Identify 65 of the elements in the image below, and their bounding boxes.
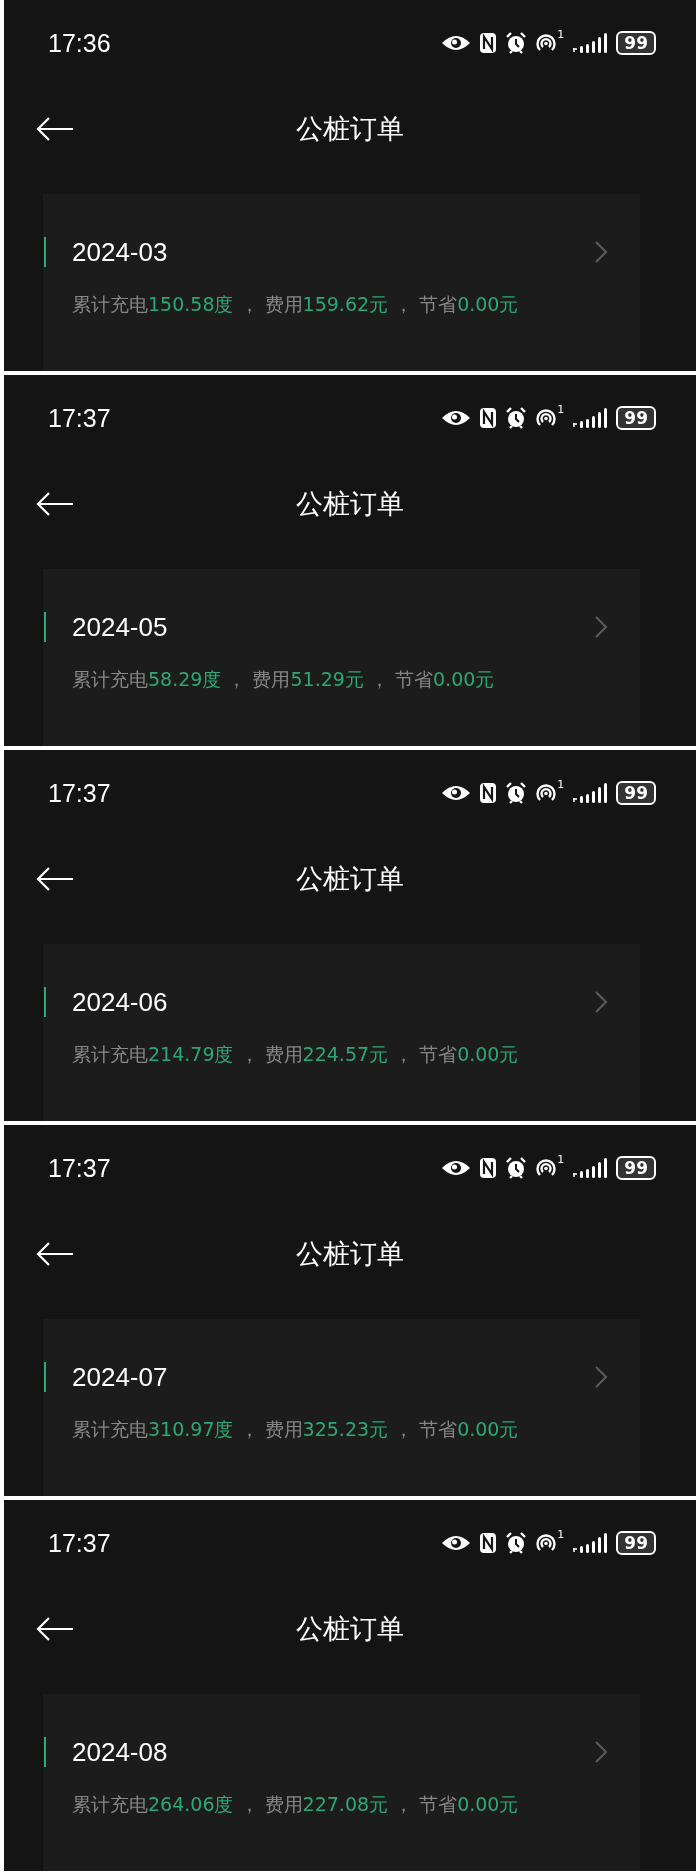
order-card[interactable]: 2024-03 累计充电150.58度 ， 费用159.62元 ， 节省0.00元 bbox=[43, 194, 640, 371]
back-arrow-icon[interactable] bbox=[36, 1242, 74, 1266]
hotspot-count: 1 bbox=[557, 1528, 565, 1541]
alarm-icon bbox=[505, 407, 528, 429]
nfc-icon bbox=[479, 1532, 498, 1554]
eye-icon bbox=[441, 1533, 472, 1553]
order-summary: 累计充电150.58度 ， 费用159.62元 ， 节省0.00元 bbox=[72, 292, 520, 317]
order-summary: 累计充电264.06度 ， 费用227.08元 ， 节省0.00元 bbox=[72, 1792, 520, 1817]
status-time: 17:37 bbox=[48, 403, 111, 433]
page-title: 公桩订单 bbox=[296, 1237, 404, 1271]
alarm-icon bbox=[505, 1157, 528, 1179]
alarm-icon bbox=[505, 782, 528, 804]
order-summary: 累计充电214.79度 ， 费用224.57元 ， 节省0.00元 bbox=[72, 1042, 520, 1067]
chevron-right-icon bbox=[594, 1740, 608, 1764]
order-summary: 累计充电310.97度 ， 费用325.23元 ， 节省0.00元 bbox=[72, 1417, 520, 1442]
order-card[interactable]: 2024-07 累计充电310.97度 ， 费用325.23元 ， 节省0.00元 bbox=[43, 1319, 640, 1496]
status-time: 17:37 bbox=[48, 1528, 111, 1558]
chevron-right-icon bbox=[594, 615, 608, 639]
order-month: 2024-06 bbox=[72, 986, 168, 1018]
order-card[interactable]: 2024-08 累计充电264.06度 ， 费用227.08元 ， 节省0.00元 bbox=[43, 1694, 640, 1871]
order-month: 2024-08 bbox=[72, 1736, 168, 1768]
signal-icon bbox=[572, 408, 609, 428]
page-title: 公桩订单 bbox=[296, 1612, 404, 1646]
order-month: 2024-03 bbox=[72, 236, 168, 268]
nfc-icon bbox=[479, 1157, 498, 1179]
status-time: 17:37 bbox=[48, 778, 111, 808]
page-title: 公桩订单 bbox=[296, 862, 404, 896]
hotspot-count: 1 bbox=[557, 1153, 565, 1166]
alarm-icon bbox=[505, 32, 528, 54]
back-arrow-icon[interactable] bbox=[36, 492, 74, 516]
status-time: 17:36 bbox=[48, 28, 111, 58]
nfc-icon bbox=[479, 407, 498, 429]
order-card[interactable]: 2024-05 累计充电58.29度 ， 费用 51.29元 ， 节省0.00元 bbox=[43, 569, 640, 746]
page-title: 公桩订单 bbox=[296, 487, 404, 521]
back-arrow-icon[interactable] bbox=[36, 867, 74, 891]
order-month: 2024-05 bbox=[72, 611, 168, 643]
eye-icon bbox=[441, 783, 472, 803]
nfc-icon bbox=[479, 32, 498, 54]
back-arrow-icon[interactable] bbox=[36, 117, 74, 141]
signal-icon bbox=[572, 1533, 609, 1553]
signal-icon bbox=[572, 33, 609, 53]
page-title: 公桩订单 bbox=[296, 112, 404, 146]
eye-icon bbox=[441, 1158, 472, 1178]
eye-icon bbox=[441, 408, 472, 428]
battery-indicator: 99 bbox=[616, 31, 656, 55]
eye-icon bbox=[441, 33, 472, 53]
signal-icon bbox=[572, 783, 609, 803]
chevron-right-icon bbox=[594, 1365, 608, 1389]
alarm-icon bbox=[505, 1532, 528, 1554]
battery-indicator: 99 bbox=[616, 1531, 656, 1555]
hotspot-count: 1 bbox=[557, 28, 565, 41]
order-card[interactable]: 2024-06 累计充电214.79度 ， 费用224.57元 ， 节省0.00元 bbox=[43, 944, 640, 1121]
nfc-icon bbox=[479, 782, 498, 804]
order-month: 2024-07 bbox=[72, 1361, 168, 1393]
hotspot-count: 1 bbox=[557, 778, 565, 791]
battery-indicator: 99 bbox=[616, 781, 656, 805]
signal-icon bbox=[572, 1158, 609, 1178]
back-arrow-icon[interactable] bbox=[36, 1617, 74, 1641]
chevron-right-icon bbox=[594, 990, 608, 1014]
order-summary: 累计充电58.29度 ， 费用 51.29元 ， 节省0.00元 bbox=[72, 667, 496, 692]
chevron-right-icon bbox=[594, 240, 608, 264]
hotspot-count: 1 bbox=[557, 403, 565, 416]
status-time: 17:37 bbox=[48, 1153, 111, 1183]
battery-indicator: 99 bbox=[616, 406, 656, 430]
battery-indicator: 99 bbox=[616, 1156, 656, 1180]
